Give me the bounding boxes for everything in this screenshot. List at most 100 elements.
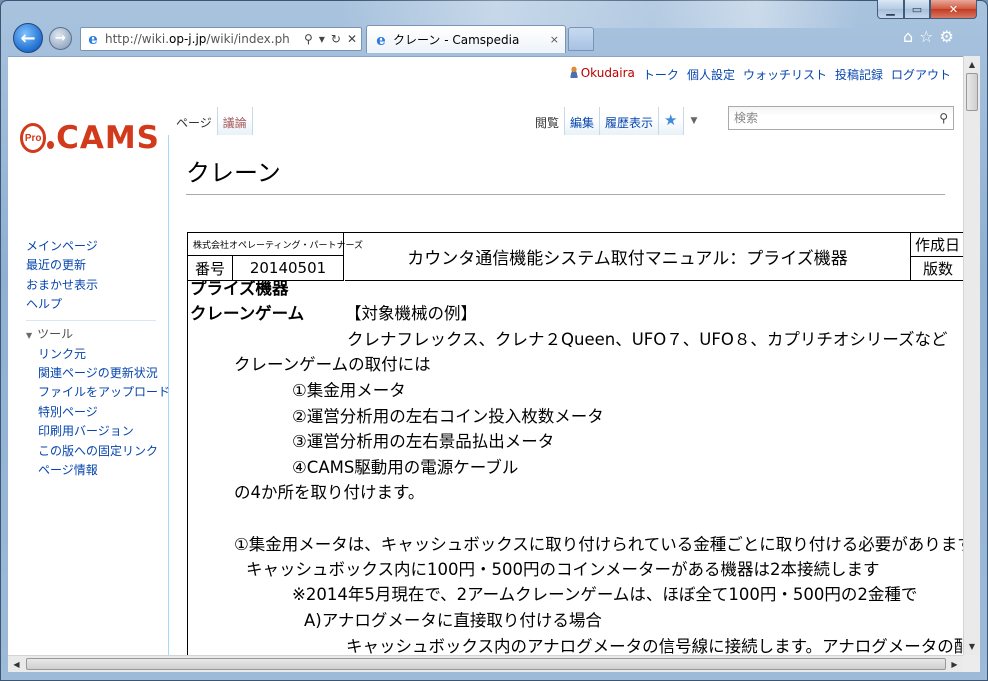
sidebar-item-main-page[interactable]: メインページ	[26, 237, 171, 256]
number-label: 番号	[188, 256, 233, 281]
sidebar-item-whatlinkshere[interactable]: リンク元	[26, 345, 171, 364]
body-heading: プライズ機器	[190, 280, 289, 298]
subheading-a: A)アナログメータに直接取り付ける場合	[304, 611, 602, 630]
scroll-right-icon[interactable]: ▶	[946, 656, 963, 672]
sidebar-item-special-pages[interactable]: 特別ページ	[26, 403, 171, 422]
stop-icon[interactable]: ✕	[347, 32, 357, 46]
manual-header-table: 株式会社オペレーティング・パートナーズ 番号 20140501 カウンタ通信機能…	[187, 232, 963, 281]
cut-off-line: キャッシュボックス内のアナログメータの信号線に接続します。アナログメータの配線	[346, 637, 963, 655]
outro-text: の4か所を取り付けます。	[234, 483, 425, 502]
manual-body: プライズ機器 クレーンゲーム 【対象機械の例】 クレナフレックス、クレナ２Que…	[187, 280, 963, 655]
url-path: /wiki/index.ph	[206, 32, 290, 46]
logout-link[interactable]: ログアウト	[891, 66, 951, 83]
talk-link[interactable]: トーク	[643, 66, 679, 83]
more-actions-chevron-icon[interactable]: ▼	[683, 107, 705, 135]
address-url[interactable]: http://wiki.op-j.jp/wiki/index.ph	[105, 32, 304, 46]
logo-dot	[47, 141, 55, 149]
url-prefix: http://wiki.	[105, 32, 170, 46]
tab-edit[interactable]: 編集	[565, 107, 601, 135]
paragraph-2: キャッシュボックス内に100円・500円のコインメーターがある機器は2本接続しま…	[246, 560, 880, 579]
sidebar-tools-list: リンク元 関連ページの更新状況 ファイルをアップロード 特別ページ 印刷用バージ…	[26, 345, 171, 481]
page-title: クレーン	[186, 153, 945, 195]
maximize-icon: ▭	[911, 2, 923, 16]
search-icon[interactable]: ⚲	[939, 111, 948, 125]
ie-tab-icon: e	[376, 30, 386, 49]
maximize-button[interactable]: ▭	[904, 0, 930, 19]
list-item: ①集金用メータ	[292, 381, 406, 400]
manual-title: カウンタ通信機能システム取付マニュアル：プライズ機器	[345, 233, 911, 281]
forward-button[interactable]: →	[49, 27, 72, 50]
vertical-scroll-thumb[interactable]	[966, 73, 978, 111]
sidebar: メインページ 最近の更新 おまかせ表示 ヘルプ ▼ ツール リンク元 関連ページの…	[26, 237, 171, 480]
preferences-link[interactable]: 個人設定	[687, 66, 735, 83]
sidebar-item-page-info[interactable]: ページ情報	[26, 461, 171, 480]
contributions-link[interactable]: 投稿記録	[835, 66, 883, 83]
tab-page-label: ページ	[176, 116, 212, 130]
browser-tab-active[interactable]: e クレーン - Camspedia ×	[366, 25, 566, 53]
tab-title: クレーン - Camspedia	[393, 33, 520, 47]
scroll-down-icon[interactable]: ▼	[964, 638, 980, 655]
namespace-tabs: ページ 議論	[171, 107, 253, 135]
new-tab-button[interactable]	[568, 27, 594, 51]
list-item: ④CAMS駆動用の電源ケーブル	[292, 458, 519, 477]
watchlist-link[interactable]: ウォッチリスト	[743, 66, 827, 83]
watch-star-icon[interactable]: ★	[659, 107, 684, 135]
sidebar-item-help[interactable]: ヘルプ	[26, 295, 171, 314]
search-icon[interactable]: ⚲	[304, 32, 313, 46]
minimize-button[interactable]: ▁	[877, 0, 904, 19]
sidebar-item-permalink[interactable]: この版への固定リンク	[26, 442, 171, 461]
tab-discussion-label: 議論	[222, 116, 247, 130]
sidebar-divider	[26, 319, 156, 321]
minimize-icon: ▁	[886, 2, 895, 16]
close-window-button[interactable]: ✕	[930, 0, 977, 19]
tab-page[interactable]: ページ	[171, 107, 218, 135]
number-value: 20140501	[233, 256, 344, 281]
horizontal-scrollbar[interactable]: ◀ ▶	[8, 655, 963, 672]
page-viewport: Okudaira トーク 個人設定 ウォッチリスト 投稿記録 ログアウト Pro…	[8, 56, 963, 655]
personal-tools: Okudaira トーク 個人設定 ウォッチリスト 投稿記録 ログアウト	[568, 66, 951, 83]
intro-text: クレーンゲームの取付には	[234, 355, 431, 374]
sidebar-item-recent-changes[interactable]: 最近の更新	[26, 256, 171, 275]
tab-close-icon[interactable]: ×	[550, 33, 559, 46]
wiki-search: ⚲	[728, 106, 954, 130]
dropdown-icon[interactable]: ▾	[319, 32, 325, 46]
sidebar-item-upload[interactable]: ファイルをアップロード	[26, 383, 171, 402]
window-controls: ▁ ▭ ✕	[877, 0, 983, 20]
address-bar[interactable]: e http://wiki.op-j.jp/wiki/index.ph ⚲ ▾ …	[80, 27, 362, 51]
logo-wordmark: CAMS	[56, 119, 160, 156]
search-input[interactable]	[734, 111, 940, 125]
titlebar-glass	[340, 0, 860, 28]
sidebar-item-related-changes[interactable]: 関連ページの更新状況	[26, 364, 171, 383]
example-machines: クレナフレックス、クレナ２Queen、UFO７、UFO８、カプリチオシリーズなど	[347, 330, 948, 349]
gear-icon[interactable]: ⚙	[940, 27, 954, 46]
tab-read-label: 閲覧	[535, 116, 560, 130]
user-link[interactable]: Okudaira	[568, 66, 635, 83]
back-button[interactable]: ←	[13, 23, 43, 53]
version-label: 版数	[911, 257, 963, 281]
vertical-scrollbar[interactable]: ▲ ▼	[963, 56, 980, 655]
example-label: 【対象機械の例】	[345, 304, 477, 323]
triangle-down-icon: ▼	[26, 330, 33, 340]
list-item: ③運営分析用の左右景品払出メータ	[292, 432, 555, 451]
scrollbar-corner	[963, 655, 980, 672]
sidebar-item-random[interactable]: おまかせ表示	[26, 276, 171, 295]
arrow-right-icon: →	[55, 31, 66, 46]
close-icon: ✕	[948, 2, 959, 16]
tab-edit-label: 編集	[570, 116, 595, 130]
home-icon[interactable]: ⌂	[903, 27, 913, 46]
site-logo[interactable]: Pro CAMS	[20, 119, 160, 157]
horizontal-scroll-thumb[interactable]	[26, 658, 946, 670]
scroll-left-icon[interactable]: ◀	[8, 656, 25, 672]
tab-read[interactable]: 閲覧	[530, 107, 566, 135]
list-item: ②運営分析用の左右コイン投入枚数メータ	[292, 407, 604, 426]
note-text: ※2014年5月現在で、2アームクレーンゲームは、ほぼ全て100円・500円の2…	[292, 585, 918, 604]
refresh-icon[interactable]: ↻	[331, 32, 341, 46]
favorites-star-icon[interactable]: ☆	[919, 27, 933, 46]
view-tabs: 閲覧 編集 履歴表示 ★ ▼	[530, 107, 705, 135]
tab-discussion[interactable]: 議論	[217, 107, 253, 135]
scroll-up-icon[interactable]: ▲	[964, 56, 980, 73]
sidebar-tools-heading[interactable]: ▼ ツール	[26, 325, 171, 345]
sidebar-item-print[interactable]: 印刷用バージョン	[26, 422, 171, 441]
tab-history[interactable]: 履歴表示	[600, 107, 660, 135]
logo-pro-badge: Pro	[20, 123, 47, 153]
